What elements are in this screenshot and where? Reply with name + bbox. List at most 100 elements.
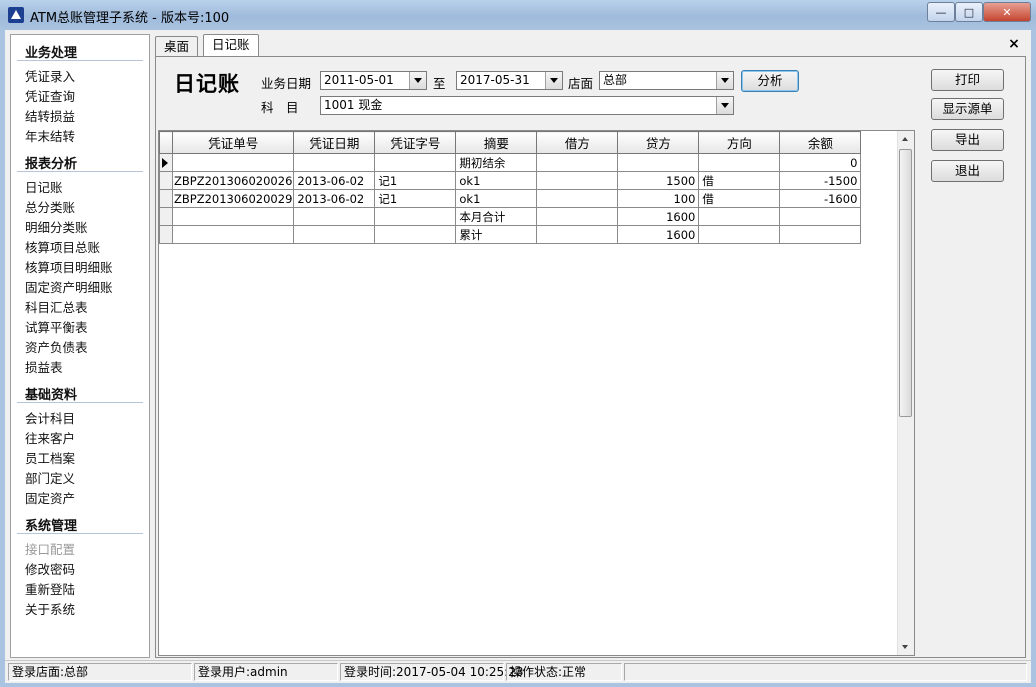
- date-to-picker[interactable]: 2017-05-31: [456, 71, 563, 90]
- sidebar-item-voucher-entry[interactable]: 凭证录入: [25, 66, 75, 85]
- cell-summary[interactable]: 本月合计: [455, 207, 538, 226]
- sidebar-item-profit-transfer[interactable]: 结转损益: [25, 106, 75, 125]
- cell-balance[interactable]: -1600: [779, 189, 862, 208]
- cell-debit[interactable]: [536, 207, 619, 226]
- cell-credit[interactable]: 1600: [617, 207, 700, 226]
- scroll-up-icon[interactable]: [902, 137, 908, 141]
- sidebar-item-income-statement[interactable]: 损益表: [25, 357, 63, 376]
- cell-word-no[interactable]: [374, 225, 457, 244]
- cell-voucher-no[interactable]: [171, 225, 295, 244]
- cell-credit[interactable]: 1500: [617, 171, 700, 190]
- cell-summary[interactable]: ok1: [455, 171, 538, 190]
- row-selector[interactable]: [159, 189, 173, 208]
- cell-date[interactable]: 2013-06-02: [293, 189, 376, 208]
- sidebar-item-journal[interactable]: 日记账: [25, 177, 63, 196]
- store-select[interactable]: 总部: [599, 71, 734, 90]
- cell-balance[interactable]: -1500: [779, 171, 862, 190]
- cell-direction[interactable]: [698, 153, 781, 172]
- cell-word-no[interactable]: [374, 153, 457, 172]
- exit-button[interactable]: 退出: [931, 160, 1004, 182]
- cell-balance[interactable]: 0: [779, 153, 862, 172]
- cell-credit[interactable]: [617, 153, 700, 172]
- chevron-down-icon[interactable]: [716, 97, 733, 114]
- cell-debit[interactable]: [536, 153, 619, 172]
- sidebar-item-item-ledger[interactable]: 核算项目总账: [25, 237, 100, 256]
- chevron-down-icon[interactable]: [716, 72, 733, 89]
- chevron-down-icon[interactable]: [409, 72, 426, 89]
- cell-direction[interactable]: [698, 207, 781, 226]
- sidebar-item-voucher-query[interactable]: 凭证查询: [25, 86, 75, 105]
- cell-credit[interactable]: 1600: [617, 225, 700, 244]
- cell-summary[interactable]: 累计: [455, 225, 538, 244]
- sidebar-item-relogin[interactable]: 重新登陆: [25, 579, 75, 598]
- cell-date[interactable]: 2013-06-02: [293, 171, 376, 190]
- analyze-button[interactable]: 分析: [741, 70, 799, 92]
- cell-summary[interactable]: ok1: [455, 189, 538, 208]
- sidebar-item-year-end[interactable]: 年末结转: [25, 126, 75, 145]
- close-tab-icon[interactable]: ×: [1006, 36, 1022, 52]
- cell-balance[interactable]: [779, 207, 862, 226]
- cell-debit[interactable]: [536, 225, 619, 244]
- column-header-summary[interactable]: 摘要: [455, 131, 538, 154]
- cell-direction[interactable]: [698, 225, 781, 244]
- sidebar-item-accounts[interactable]: 会计科目: [25, 408, 75, 427]
- cell-voucher-no[interactable]: [171, 153, 295, 172]
- minimize-button[interactable]: —: [927, 2, 955, 22]
- cell-credit[interactable]: 100: [617, 189, 700, 208]
- cell-summary[interactable]: 期初结余: [455, 153, 538, 172]
- sidebar-item-balance-sheet[interactable]: 资产负债表: [25, 337, 88, 356]
- cell-date[interactable]: [293, 153, 376, 172]
- sidebar-item-change-password[interactable]: 修改密码: [25, 559, 75, 578]
- row-selector[interactable]: [159, 207, 173, 226]
- sidebar-item-detail-ledger[interactable]: 明细分类账: [25, 217, 88, 236]
- date-from-picker[interactable]: 2011-05-01: [320, 71, 427, 90]
- column-header-voucher-word[interactable]: 凭证字号: [374, 131, 457, 154]
- cell-voucher-no[interactable]: ZBPZ201306020026: [171, 171, 295, 190]
- column-header-voucher-no[interactable]: 凭证单号: [171, 131, 295, 154]
- cell-debit[interactable]: [536, 189, 619, 208]
- cell-voucher-no[interactable]: [171, 207, 295, 226]
- table-row[interactable]: ZBPZ201306020026 2013-06-02 记1 ok1 1500 …: [159, 171, 862, 190]
- column-header-debit[interactable]: 借方: [536, 131, 619, 154]
- sidebar-item-departments[interactable]: 部门定义: [25, 468, 75, 487]
- show-source-button[interactable]: 显示源单: [931, 98, 1004, 120]
- cell-direction[interactable]: 借: [698, 171, 781, 190]
- row-selector[interactable]: [159, 171, 173, 190]
- column-header-credit[interactable]: 贷方: [617, 131, 700, 154]
- column-header-voucher-date[interactable]: 凭证日期: [293, 131, 376, 154]
- sidebar-item-account-summary[interactable]: 科目汇总表: [25, 297, 88, 316]
- table-row[interactable]: ZBPZ201306020029 2013-06-02 记1 ok1 100 借…: [159, 189, 862, 208]
- print-button[interactable]: 打印: [931, 69, 1004, 91]
- sidebar-item-trial-balance[interactable]: 试算平衡表: [25, 317, 88, 336]
- tab-desktop[interactable]: 桌面: [155, 36, 199, 56]
- sidebar-item-about[interactable]: 关于系统: [25, 599, 75, 618]
- sidebar-item-general-ledger[interactable]: 总分类账: [25, 197, 75, 216]
- sidebar-item-employees[interactable]: 员工档案: [25, 448, 75, 467]
- cell-balance[interactable]: [779, 225, 862, 244]
- cell-word-no[interactable]: 记1: [374, 171, 457, 190]
- table-row[interactable]: 累计 1600: [159, 225, 862, 244]
- table-row[interactable]: 本月合计 1600: [159, 207, 862, 226]
- row-selector[interactable]: [159, 153, 173, 172]
- cell-word-no[interactable]: 记1: [374, 189, 457, 208]
- close-window-button[interactable]: ✕: [983, 2, 1031, 22]
- account-select[interactable]: 1001 现金: [320, 96, 734, 115]
- sidebar-item-fixed-assets[interactable]: 固定资产: [25, 488, 75, 507]
- table-row[interactable]: 期初结余 0: [159, 153, 862, 172]
- column-header-balance[interactable]: 余额: [779, 131, 862, 154]
- sidebar-item-customers[interactable]: 往来客户: [25, 428, 75, 447]
- column-header-direction[interactable]: 方向: [698, 131, 781, 154]
- chevron-down-icon[interactable]: [545, 72, 562, 89]
- scrollbar-thumb[interactable]: [899, 149, 912, 417]
- journal-grid[interactable]: 凭证单号 凭证日期 凭证字号 摘要 借方 贷方 方向 余额 期初结余 0 ZBP…: [158, 130, 915, 656]
- cell-word-no[interactable]: [374, 207, 457, 226]
- maximize-button[interactable]: □: [955, 2, 983, 22]
- export-button[interactable]: 导出: [931, 129, 1004, 151]
- tab-journal[interactable]: 日记账: [203, 34, 259, 56]
- vertical-scrollbar[interactable]: [897, 131, 914, 655]
- cell-direction[interactable]: 借: [698, 189, 781, 208]
- sidebar-item-asset-detail[interactable]: 固定资产明细账: [25, 277, 113, 296]
- cell-date[interactable]: [293, 207, 376, 226]
- scroll-down-icon[interactable]: [902, 645, 908, 649]
- row-selector[interactable]: [159, 225, 173, 244]
